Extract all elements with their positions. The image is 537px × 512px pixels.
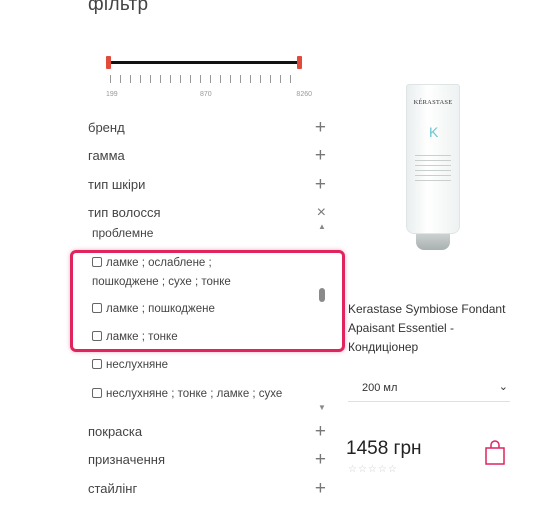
product-name[interactable]: Kerastase Symbiose Fondant Apaisant Esse… — [348, 300, 518, 357]
product-image[interactable]: KÉRASTASE K — [398, 84, 468, 250]
expand-icon[interactable]: + — [315, 173, 326, 197]
checkbox[interactable] — [92, 359, 102, 369]
expand-icon[interactable]: + — [315, 448, 326, 472]
price-mid-label: 870 — [200, 91, 212, 98]
filter-group-skin-type[interactable]: тип шкіри + — [88, 173, 328, 197]
filter-group-label: бренд — [88, 120, 125, 135]
option-item[interactable]: неслухняне ; тонке ; ламке ; сухе — [92, 385, 318, 404]
chevron-down-icon: ⌄ — [498, 381, 508, 393]
k-logo-icon: K — [429, 124, 439, 140]
filter-group-label: стайлінг — [88, 481, 138, 496]
checkbox[interactable] — [92, 388, 102, 398]
filter-group-brand[interactable]: бренд + — [88, 116, 328, 140]
filter-group-purpose[interactable]: призначення + — [88, 448, 328, 472]
filter-group-styling[interactable]: стайлінг + — [88, 477, 328, 501]
scroll-up-icon[interactable]: ▲ — [318, 222, 326, 231]
filter-group-label: тип шкіри — [88, 177, 146, 192]
shopping-bag-icon[interactable] — [484, 440, 506, 466]
option-problem[interactable]: проблемне — [92, 226, 153, 240]
volume-selected: 200 мл — [362, 382, 398, 394]
expand-icon[interactable]: + — [315, 420, 326, 444]
filter-group-label: тип волосся — [88, 205, 161, 220]
slider-min-handle[interactable] — [106, 56, 111, 69]
slider-track[interactable] — [108, 61, 300, 64]
filter-group-label: покраска — [88, 424, 143, 439]
filter-heading: фільтр — [88, 0, 149, 15]
slider-max-handle[interactable] — [297, 56, 302, 69]
filter-group-label: гамма — [88, 148, 125, 163]
option-label: неслухняне ; тонке ; ламке ; сухе — [106, 388, 283, 400]
brand-logo-text: KÉRASTASE — [413, 99, 453, 106]
option-label: неслухняне — [106, 359, 169, 371]
highlight-box — [70, 250, 345, 352]
filter-group-label: призначення — [88, 452, 166, 467]
tube-body: KÉRASTASE K — [406, 84, 460, 234]
price-max-label: 8260 — [296, 91, 312, 98]
price-range-slider[interactable]: 199 870 8260 — [106, 56, 312, 98]
volume-select[interactable]: 200 мл ⌄ — [348, 375, 510, 402]
expand-icon[interactable]: + — [315, 116, 326, 140]
rating-stars: ☆☆☆☆☆ — [348, 464, 398, 475]
slider-ticks — [110, 75, 298, 83]
expand-icon[interactable]: + — [315, 144, 326, 168]
expand-icon[interactable]: + — [315, 477, 326, 501]
filter-group-coloring[interactable]: покраска + — [88, 420, 328, 444]
price-min-label: 199 — [106, 91, 118, 98]
label-text-lines — [415, 155, 451, 185]
filter-group-range[interactable]: гамма + — [88, 144, 328, 168]
product-price: 1458 грн — [346, 438, 422, 459]
option-item[interactable]: неслухняне — [92, 356, 314, 375]
scroll-down-icon[interactable]: ▼ — [318, 403, 326, 412]
